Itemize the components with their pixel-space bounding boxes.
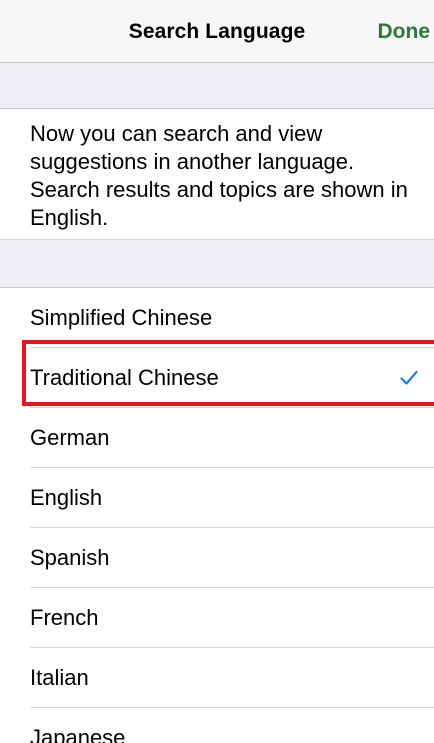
language-row-italian[interactable]: Italian (0, 648, 434, 708)
language-row-german[interactable]: German (0, 408, 434, 468)
language-row-french[interactable]: French (0, 588, 434, 648)
section-spacer-middle (0, 239, 434, 288)
language-label: German (30, 425, 110, 450)
section-spacer-top (0, 63, 434, 109)
language-label: Simplified Chinese (30, 305, 213, 330)
language-label: Italian (30, 665, 89, 690)
language-label: French (30, 605, 99, 630)
language-description: Now you can search and view suggestions … (30, 121, 408, 230)
language-label: Traditional Chinese (30, 365, 219, 390)
page-title: Search Language (128, 20, 306, 43)
language-row-english[interactable]: English (0, 468, 434, 528)
language-label: English (30, 485, 103, 510)
language-row-traditional-chinese[interactable]: Traditional Chinese (0, 348, 434, 408)
language-label: Spanish (30, 545, 110, 570)
navigation-bar: Search Language Done (0, 0, 434, 63)
language-row-simplified-chinese[interactable]: Simplified Chinese (0, 288, 434, 348)
language-row-japanese[interactable]: Japanese (0, 708, 434, 743)
language-list: Simplified Chinese Traditional Chinese G… (0, 288, 434, 743)
search-language-screen: Search Language Done Now you can search … (0, 0, 434, 743)
language-row-spanish[interactable]: Spanish (0, 528, 434, 588)
language-label: Japanese (30, 725, 126, 743)
done-button[interactable]: Done (378, 20, 431, 44)
checkmark-icon (400, 370, 418, 385)
